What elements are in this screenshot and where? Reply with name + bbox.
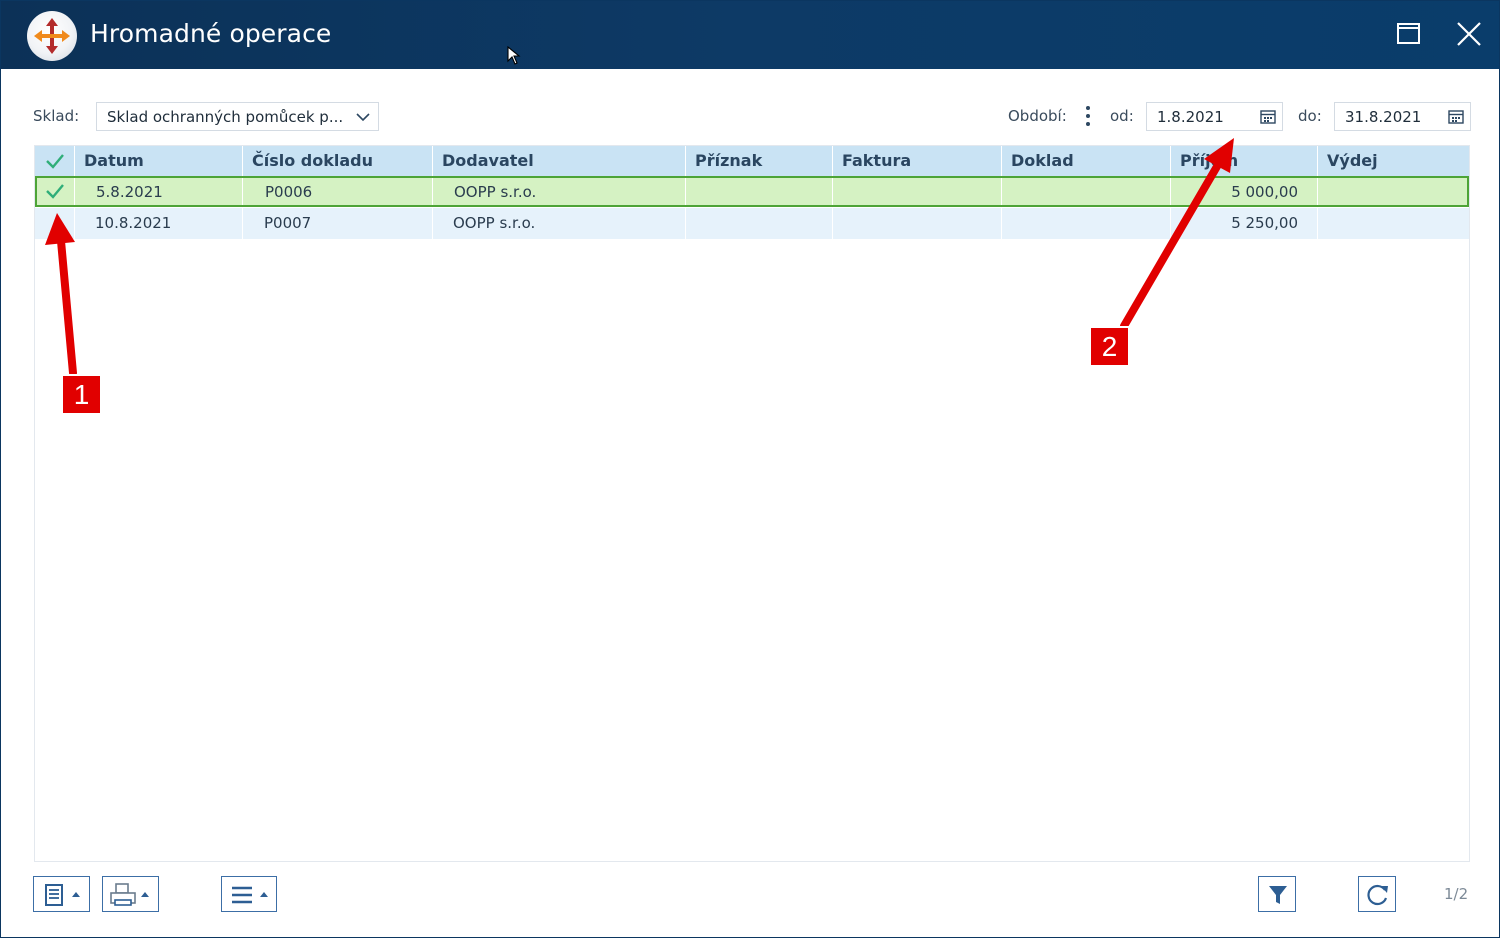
cell-datum: 5.8.2021 bbox=[75, 178, 243, 205]
do-label: do: bbox=[1298, 107, 1322, 125]
row-checkbox[interactable] bbox=[35, 178, 75, 205]
hamburger-menu-icon bbox=[232, 886, 268, 904]
maximize-icon bbox=[1397, 23, 1420, 44]
chevron-down-icon bbox=[356, 113, 370, 122]
mouse-cursor-icon bbox=[507, 46, 521, 65]
period-menu-icon[interactable] bbox=[1082, 104, 1094, 130]
column-header-priznak[interactable]: Příznak bbox=[686, 146, 833, 176]
annotation-badge-2: 2 bbox=[1089, 326, 1130, 367]
cell-cislo: P0007 bbox=[243, 208, 433, 239]
column-header-vydej[interactable]: Výdej bbox=[1318, 146, 1469, 176]
column-header-datum[interactable]: Datum bbox=[75, 146, 243, 176]
column-header-doklad[interactable]: Doklad bbox=[1002, 146, 1171, 176]
annotation-badge-1: 1 bbox=[61, 374, 102, 415]
column-label: Příznak bbox=[695, 151, 763, 170]
cell-priznak bbox=[686, 208, 833, 239]
cell-faktura bbox=[833, 178, 1002, 205]
refresh-button[interactable] bbox=[1358, 876, 1396, 912]
obdobi-label: Období: bbox=[1008, 107, 1067, 125]
od-label: od: bbox=[1110, 107, 1134, 125]
cell-cislo: P0006 bbox=[243, 178, 433, 205]
check-icon bbox=[46, 184, 64, 199]
print-menu-button[interactable] bbox=[102, 876, 159, 912]
printer-icon bbox=[110, 883, 149, 906]
sklad-select-value: Sklad ochranných pomůcek p... bbox=[107, 108, 344, 126]
cell-doklad bbox=[1002, 208, 1171, 239]
cell-prijem: 5 250,00 bbox=[1171, 208, 1318, 239]
dialog-window: Hromadné operace Sklad: Sklad ochranných… bbox=[0, 0, 1500, 938]
document-icon bbox=[45, 884, 80, 906]
cell-priznak bbox=[686, 178, 833, 205]
table-row[interactable]: 5.8.2021 P0006 OOPP s.r.o. 5 000,00 bbox=[35, 176, 1469, 207]
row-checkbox[interactable] bbox=[35, 208, 75, 239]
column-header-cislo-dokladu[interactable]: Číslo dokladu bbox=[243, 146, 433, 176]
column-label: Doklad bbox=[1011, 151, 1074, 170]
sklad-label: Sklad: bbox=[33, 107, 80, 125]
maximize-button[interactable] bbox=[1392, 17, 1426, 51]
column-header-prijem[interactable]: Příjem bbox=[1171, 146, 1318, 176]
column-label: Příjem bbox=[1180, 151, 1239, 170]
sklad-select[interactable]: Sklad ochranných pomůcek p... bbox=[96, 102, 379, 131]
date-from-field[interactable]: 1.8.2021 bbox=[1146, 102, 1283, 131]
filter-icon bbox=[1269, 886, 1287, 904]
app-logo-icon bbox=[27, 11, 77, 61]
cell-doklad bbox=[1002, 178, 1171, 205]
document-menu-button[interactable] bbox=[33, 876, 90, 912]
cell-dodavatel: OOPP s.r.o. bbox=[433, 208, 686, 239]
column-label: Datum bbox=[84, 151, 144, 170]
cell-prijem: 5 000,00 bbox=[1171, 178, 1318, 205]
cell-faktura bbox=[833, 208, 1002, 239]
table-row[interactable]: 10.8.2021 P0007 OOPP s.r.o. 5 250,00 bbox=[35, 208, 1469, 239]
column-header-dodavatel[interactable]: Dodavatel bbox=[433, 146, 686, 176]
select-all-checkbox[interactable] bbox=[35, 146, 75, 176]
title-bar: Hromadné operace bbox=[1, 1, 1499, 69]
column-label: Faktura bbox=[842, 151, 912, 170]
column-label: Číslo dokladu bbox=[252, 151, 374, 170]
calendar-icon[interactable] bbox=[1448, 109, 1464, 125]
refresh-icon bbox=[1367, 884, 1388, 906]
column-header-faktura[interactable]: Faktura bbox=[833, 146, 1002, 176]
grid-header: Datum Číslo dokladu Dodavatel Příznak Fa… bbox=[35, 146, 1469, 176]
page-indicator: 1/2 bbox=[1444, 885, 1469, 903]
window-title: Hromadné operace bbox=[90, 19, 332, 48]
actions-menu-button[interactable] bbox=[221, 876, 277, 912]
cell-datum: 10.8.2021 bbox=[75, 208, 243, 239]
filter-button[interactable] bbox=[1258, 876, 1296, 912]
date-to-value: 31.8.2021 bbox=[1345, 108, 1422, 126]
cell-dodavatel: OOPP s.r.o. bbox=[433, 178, 686, 205]
close-icon bbox=[1457, 22, 1481, 46]
close-button[interactable] bbox=[1452, 17, 1486, 51]
date-from-value: 1.8.2021 bbox=[1157, 108, 1224, 126]
cell-vydej bbox=[1318, 208, 1469, 239]
cell-vydej bbox=[1318, 178, 1467, 205]
column-label: Dodavatel bbox=[442, 151, 534, 170]
documents-grid: Datum Číslo dokladu Dodavatel Příznak Fa… bbox=[34, 145, 1470, 862]
calendar-icon[interactable] bbox=[1260, 109, 1276, 125]
check-icon bbox=[46, 154, 64, 169]
column-label: Výdej bbox=[1327, 151, 1378, 170]
date-to-field[interactable]: 31.8.2021 bbox=[1334, 102, 1471, 131]
